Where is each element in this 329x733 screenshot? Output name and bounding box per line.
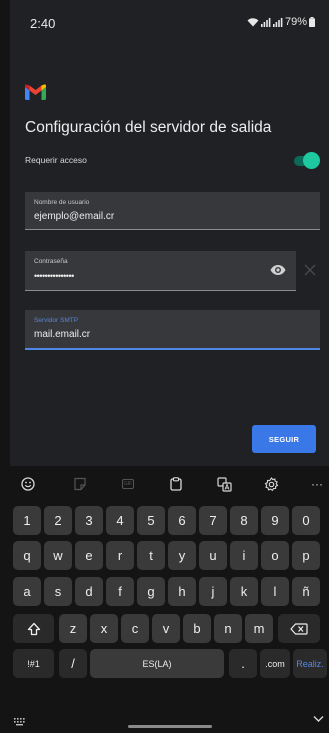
page-title: Configuración del servidor de salida [25, 119, 272, 136]
home-indicator[interactable] [128, 725, 212, 728]
gif-label: GIF [121, 479, 135, 489]
signal-icon [272, 17, 283, 27]
key[interactable]: 6 [168, 506, 196, 535]
close-icon[interactable] [304, 264, 316, 276]
translate-icon[interactable] [216, 476, 232, 492]
shift-icon [27, 622, 40, 635]
key[interactable]: 8 [230, 506, 258, 535]
key[interactable]: j [199, 577, 227, 606]
key[interactable]: e [75, 541, 103, 570]
key[interactable]: c [121, 614, 149, 643]
slash-key[interactable]: / [59, 649, 87, 678]
status-indicators: 79% [247, 16, 315, 28]
smtp-server-field[interactable]: Servidor SMTP mail.email.cr [25, 310, 320, 350]
key[interactable]: n [214, 614, 242, 643]
battery-icon [309, 17, 315, 27]
space-key[interactable]: ES(LA) [90, 649, 224, 678]
require-auth-toggle[interactable] [292, 152, 320, 169]
dotcom-key[interactable]: .com [260, 649, 290, 678]
wifi-icon [247, 17, 259, 26]
phone-screen: 2:40 79% Configuración del servidor de s… [10, 0, 329, 733]
password-value: ••••••••••••••• [34, 271, 74, 281]
username-field[interactable]: Nombre de usuario ejemplo@email.cr [25, 192, 320, 230]
require-auth-label: Requerir acceso [25, 155, 87, 165]
keyboard-toolbar: GIF ··· [10, 466, 329, 502]
symbols-key[interactable]: !#1 [13, 649, 54, 678]
period-key[interactable]: . [229, 649, 257, 678]
more-icon[interactable]: ··· [308, 476, 326, 492]
key[interactable]: 0 [292, 506, 320, 535]
key[interactable]: 2 [44, 506, 72, 535]
battery-percent: 79% [284, 16, 307, 28]
action-key[interactable]: Realiz. [293, 649, 327, 678]
clipboard-icon[interactable] [168, 476, 184, 492]
smtp-server-value: mail.email.cr [34, 329, 91, 340]
key[interactable]: b [183, 614, 211, 643]
key[interactable]: z [59, 614, 87, 643]
key[interactable]: o [261, 541, 289, 570]
eye-icon[interactable] [270, 264, 286, 276]
key[interactable]: y [168, 541, 196, 570]
key[interactable]: 5 [137, 506, 165, 535]
key[interactable]: v [152, 614, 180, 643]
keyboard-switch-icon[interactable] [14, 718, 26, 726]
chevron-down-icon[interactable] [313, 715, 324, 723]
status-time: 2:40 [30, 16, 56, 31]
key[interactable]: m [245, 614, 273, 643]
username-label: Nombre de usuario [34, 199, 90, 206]
username-value: ejemplo@email.cr [34, 211, 115, 222]
signal-icon [260, 17, 271, 27]
key[interactable]: l [261, 577, 289, 606]
key[interactable]: 9 [261, 506, 289, 535]
toggle-thumb [303, 152, 320, 169]
key[interactable]: x [90, 614, 118, 643]
key[interactable]: k [230, 577, 258, 606]
key[interactable]: d [75, 577, 103, 606]
key[interactable]: u [199, 541, 227, 570]
key[interactable]: 4 [106, 506, 134, 535]
gmail-logo-icon [25, 84, 46, 100]
backspace-key[interactable] [278, 614, 320, 643]
emoji-icon[interactable] [20, 476, 36, 492]
key[interactable]: w [44, 541, 72, 570]
key[interactable]: t [137, 541, 165, 570]
key[interactable]: r [106, 541, 134, 570]
status-bar: 2:40 79% [10, 0, 329, 40]
key[interactable]: a [13, 577, 41, 606]
key[interactable]: g [137, 577, 165, 606]
key[interactable]: p [292, 541, 320, 570]
key[interactable]: h [168, 577, 196, 606]
smtp-server-label: Servidor SMTP [34, 317, 79, 324]
soft-keyboard: GIF ··· 1 2 3 4 5 6 7 8 9 0 q w e r t y … [10, 466, 329, 733]
backspace-icon [290, 622, 308, 635]
keyboard-nav-bar [10, 712, 329, 733]
next-button[interactable]: SEGUIR [252, 425, 316, 453]
shift-key[interactable] [13, 614, 54, 643]
key[interactable]: q [13, 541, 41, 570]
key[interactable]: 1 [13, 506, 41, 535]
require-auth-row[interactable]: Requerir acceso [25, 150, 320, 172]
key[interactable]: i [230, 541, 258, 570]
key[interactable]: s [44, 577, 72, 606]
settings-icon[interactable] [263, 476, 279, 492]
key[interactable]: 7 [199, 506, 227, 535]
password-field[interactable]: Contraseña ••••••••••••••• [25, 251, 296, 291]
key[interactable]: f [106, 577, 134, 606]
sticker-icon[interactable] [72, 476, 88, 492]
password-label: Contraseña [34, 258, 68, 265]
key[interactable]: 3 [75, 506, 103, 535]
gif-icon[interactable]: GIF [120, 476, 136, 492]
key[interactable]: ñ [292, 577, 320, 606]
